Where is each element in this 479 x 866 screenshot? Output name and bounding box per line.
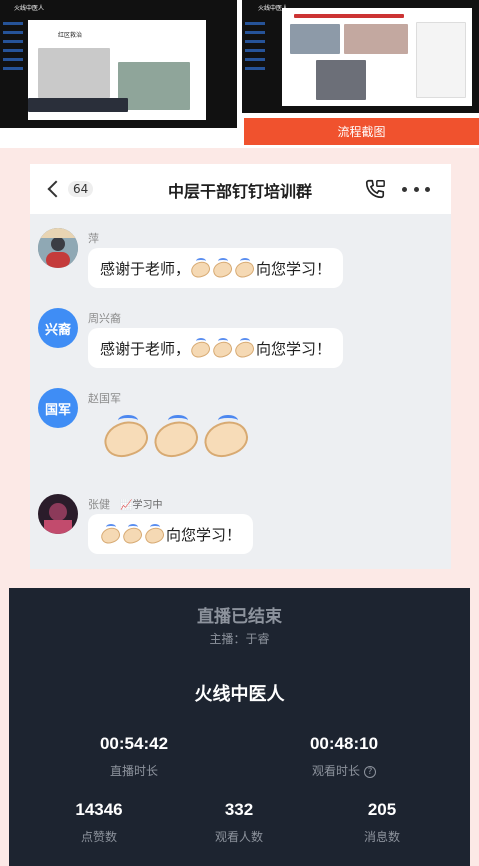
avatar[interactable]: 国军 (38, 388, 78, 428)
stat-watch-duration: 00:48:10 观看时长? (279, 734, 409, 779)
stat-value: 205 (367, 800, 397, 819)
live-summary-card: 直播已结束 主播：于睿 火线中医人 00:54:42 直播时长 00:48:10… (0, 578, 479, 866)
chat-header: 64 中层干部钉钉培训群 (30, 164, 451, 214)
help-icon[interactable]: ? (364, 765, 376, 778)
unread-count-badge: 64 (68, 181, 94, 197)
stat-viewers: 332 观看人数 (179, 800, 299, 845)
stat-value: 00:54:42 (99, 734, 169, 753)
clap-emoji-icon (144, 524, 164, 542)
avatar[interactable] (38, 494, 78, 534)
sender-name: 萍 (88, 232, 99, 245)
message-bubble[interactable]: 向您学习！ (88, 514, 254, 554)
live-ended-panel: 直播已结束 主播：于睿 火线中医人 00:54:42 直播时长 00:48:10… (9, 588, 470, 866)
clap-emoji-icon (102, 415, 146, 456)
status-badge: 📈学习中 (120, 500, 163, 511)
stat-label: 观看时长? (279, 762, 409, 779)
slide-preview (282, 8, 472, 106)
stat-label: 观看人数 (214, 830, 263, 844)
message-suffix: 向您学习！ (166, 525, 242, 544)
chat-window: 64 中层干部钉钉培训群 萍 感谢于老师， 向您学习！ 兴裔 周兴裔 感谢于老师… (30, 164, 451, 569)
stat-messages: 205 消息数 (322, 800, 442, 845)
clap-emoji-icon (100, 524, 120, 542)
slide-title: 红区救治 (58, 33, 83, 39)
stat-value: 332 (224, 800, 254, 819)
live-ended-title: 直播已结束 (197, 607, 282, 627)
slide-photo (290, 24, 340, 54)
slide-photo (316, 60, 366, 100)
message-suffix: 向您学习！ (256, 339, 332, 358)
stat-label: 消息数 (363, 830, 400, 844)
message-bubble[interactable]: 感谢于老师， 向您学习！ (88, 248, 344, 288)
stat-likes: 14346 点赞数 (39, 800, 159, 845)
profile-photo-icon (38, 228, 78, 268)
sender-name-text: 张健 (88, 498, 110, 511)
slide-photo (118, 62, 190, 110)
emoji-message[interactable] (102, 415, 246, 456)
thumbnail-header: 火线中医人 (14, 6, 45, 12)
message-suffix: 向您学习！ (256, 259, 332, 278)
thumbnail-sidebar (3, 22, 27, 76)
stat-label-text: 观看时长 (311, 764, 360, 778)
message-text: 感谢于老师， (100, 339, 191, 358)
clap-emoji-icon (202, 415, 246, 456)
stat-label: 点赞数 (80, 830, 117, 844)
clap-emoji-icon (234, 258, 254, 276)
live-room-name: 火线中医人 (194, 684, 285, 705)
slide-text-block (416, 22, 466, 98)
profile-photo-icon (38, 494, 78, 534)
stat-label: 直播时长 (109, 764, 158, 778)
avatar[interactable]: 兴裔 (38, 308, 78, 348)
thumbnail-sidebar (245, 22, 269, 76)
chevron-left-icon (47, 180, 65, 198)
chat-screenshot-card: 64 中层干部钉钉培训群 萍 感谢于老师， 向您学习！ 兴裔 周兴裔 感谢于老师… (0, 154, 479, 574)
stat-live-duration: 00:54:42 直播时长 (69, 734, 199, 779)
clap-emoji-icon (234, 338, 254, 356)
process-screenshot-label: 流程截图 (244, 118, 479, 145)
message-text: 感谢于老师， (100, 259, 191, 278)
stat-value: 00:48:10 (309, 734, 379, 753)
sender-name: 赵国军 (88, 392, 121, 405)
slide-photo (344, 24, 408, 54)
more-options-icon[interactable] (402, 178, 430, 200)
top-strip: 火线中医人 红区救治 火线中医人 流程截图 (0, 0, 479, 148)
slide-photo (38, 48, 110, 98)
chat-title: 中层干部钉钉培训群 (167, 182, 312, 201)
phone-call-icon[interactable] (364, 178, 386, 200)
avatar[interactable] (38, 228, 78, 268)
clap-emoji-icon (190, 258, 210, 276)
host-name: 主播：于睿 (209, 632, 270, 646)
screenshot-thumbnail-1: 火线中医人 红区救治 (0, 0, 237, 128)
clap-emoji-icon (152, 415, 196, 456)
clap-emoji-icon (212, 258, 232, 276)
message-bubble[interactable]: 感谢于老师， 向您学习！ (88, 328, 344, 368)
back-button[interactable]: 64 (44, 174, 94, 204)
clap-emoji-icon (122, 524, 142, 542)
screenshot-thumbnail-2: 火线中医人 (242, 0, 479, 113)
sender-name: 周兴裔 (88, 312, 121, 325)
slide-preview: 红区救治 (28, 20, 206, 120)
slide-caption-bar (28, 98, 128, 112)
clap-emoji-icon (190, 338, 210, 356)
slide-title-bar (294, 14, 404, 18)
sender-name: 张健 📈学习中 (88, 496, 162, 512)
clap-emoji-icon (212, 338, 232, 356)
stat-value: 14346 (75, 800, 123, 819)
